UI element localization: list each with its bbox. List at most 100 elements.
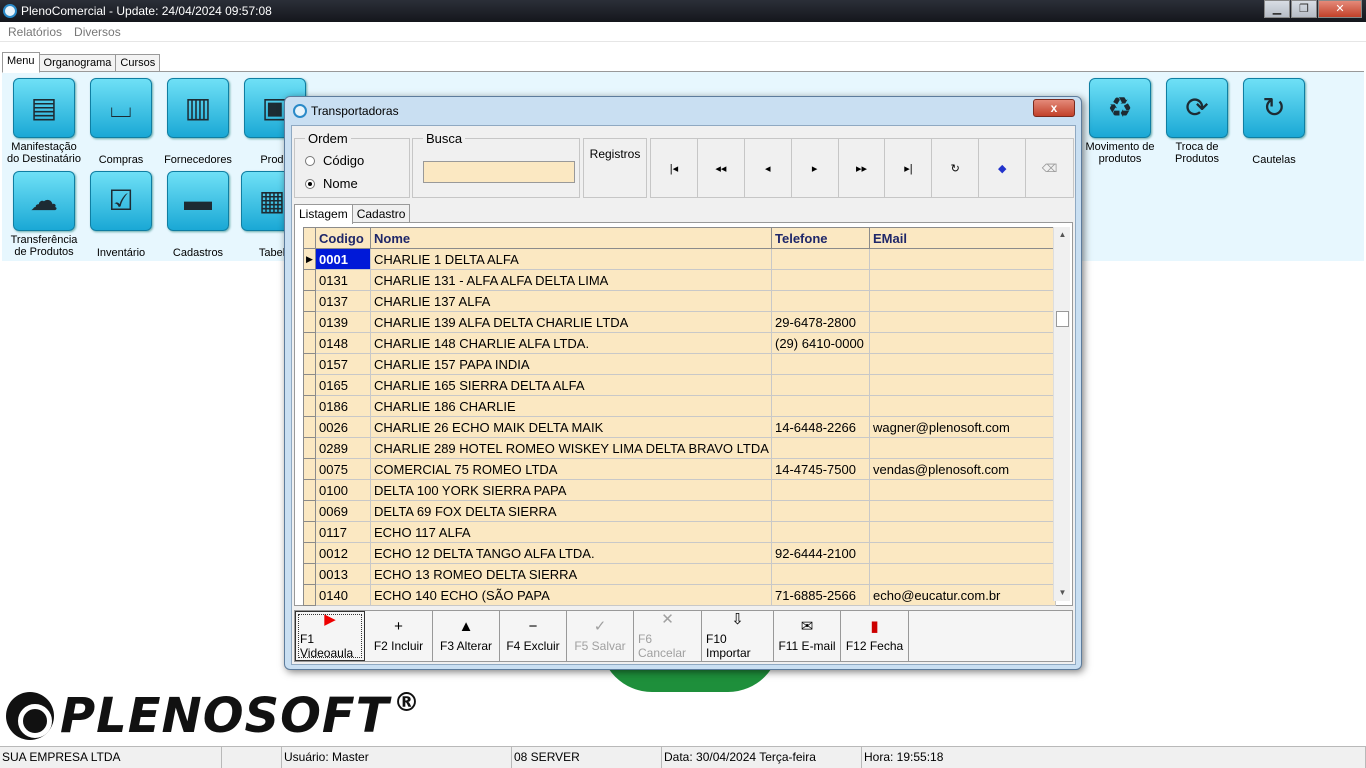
ordem-nome-radio[interactable]: Nome (305, 176, 358, 191)
row-indicator[interactable] (303, 332, 316, 354)
tab-listagem[interactable]: Listagem (294, 204, 353, 224)
cell-nome[interactable]: CHARLIE 26 ECHO MAIK DELTA MAIK (370, 416, 772, 438)
cell-email[interactable] (869, 437, 1056, 459)
minimize-button[interactable]: ▁ (1264, 0, 1290, 18)
row-indicator[interactable] (303, 479, 316, 501)
scroll-up-icon[interactable]: ▲ (1054, 227, 1071, 243)
cell-email[interactable] (869, 395, 1056, 417)
cell-telefone[interactable]: 71-6885-2566 (771, 584, 870, 606)
cell-email[interactable] (869, 563, 1056, 585)
cell-telefone[interactable]: (29) 6410-0000 (771, 332, 870, 354)
table-row[interactable]: 0157 CHARLIE 157 PAPA INDIA (303, 353, 1056, 375)
cell-email[interactable] (869, 248, 1056, 270)
cell-codigo[interactable]: 0013 (315, 563, 371, 585)
table-row[interactable]: 0165 CHARLIE 165 SIERRA DELTA ALFA (303, 374, 1056, 396)
cell-nome[interactable]: CHARLIE 186 CHARLIE (370, 395, 772, 417)
next-page-button[interactable]: ▸▸ (838, 139, 886, 197)
vertical-scrollbar[interactable]: ▲ ▼ (1053, 227, 1070, 601)
cell-email[interactable] (869, 353, 1056, 375)
incluir-button[interactable]: + F2 Incluir (365, 611, 433, 661)
cell-codigo[interactable]: 0186 (315, 395, 371, 417)
table-row[interactable]: 0137 CHARLIE 137 ALFA (303, 290, 1056, 312)
row-indicator[interactable] (303, 374, 316, 396)
cell-telefone[interactable] (771, 269, 870, 291)
cell-email[interactable] (869, 269, 1056, 291)
cell-nome[interactable]: CHARLIE 289 HOTEL ROMEO WISKEY LIMA DELT… (370, 437, 772, 459)
row-indicator[interactable]: ▶ (303, 248, 316, 270)
cell-codigo[interactable]: 0148 (315, 332, 371, 354)
importar-button[interactable]: ⇩ F10 Importar (702, 611, 774, 661)
cell-email[interactable]: vendas@plenosoft.com (869, 458, 1056, 480)
table-row[interactable]: 0117 ECHO 117 ALFA (303, 521, 1056, 543)
dialog-close-button[interactable]: x (1033, 99, 1075, 117)
cell-nome[interactable]: CHARLIE 165 SIERRA DELTA ALFA (370, 374, 772, 396)
table-row[interactable]: 0026 CHARLIE 26 ECHO MAIK DELTA MAIK 14-64… (303, 416, 1056, 438)
compras-button[interactable]: ⌴ Compras (81, 78, 161, 166)
salvar-button[interactable]: ✓ F5 Salvar (567, 611, 634, 661)
table-row[interactable]: 0012 ECHO 12 DELTA TANGO ALFA LTDA. 92-644… (303, 542, 1056, 564)
email-button[interactable]: ✉ F11 E-mail (774, 611, 841, 661)
cell-email[interactable] (869, 479, 1056, 501)
busca-input[interactable] (423, 161, 575, 183)
table-row[interactable]: 0069 DELTA 69 FOX DELTA SIERRA (303, 500, 1056, 522)
cell-codigo[interactable]: 0012 (315, 542, 371, 564)
tab-cadastro[interactable]: Cadastro (351, 204, 411, 222)
cell-codigo[interactable]: 0117 (315, 521, 371, 543)
cell-email[interactable] (869, 332, 1056, 354)
fornecedores-button[interactable]: ▥ Fornecedores (158, 78, 238, 166)
row-indicator[interactable] (303, 500, 316, 522)
cell-codigo[interactable]: 0001 (315, 248, 371, 270)
cell-telefone[interactable] (771, 374, 870, 396)
cell-email[interactable] (869, 542, 1056, 564)
manifestacao-button[interactable]: ▤ Manifestação do Destinatário (4, 78, 84, 165)
last-record-button[interactable]: ▸| (885, 139, 933, 197)
row-indicator[interactable] (303, 269, 316, 291)
cell-email[interactable]: echo@eucatur.com.br (869, 584, 1056, 606)
next-record-button[interactable]: ▸ (791, 139, 839, 197)
cell-codigo[interactable]: 0139 (315, 311, 371, 333)
row-indicator[interactable] (303, 395, 316, 417)
cell-telefone[interactable]: 29-6478-2800 (771, 311, 870, 333)
cell-codigo[interactable]: 0289 (315, 437, 371, 459)
table-row[interactable]: 0140 ECHO 140 ECHO (SÃO PAPA 71-6885-2566 e… (303, 584, 1056, 606)
cell-nome[interactable]: CHARLIE 1 DELTA ALFA (370, 248, 772, 270)
fecha-button[interactable]: ▮ F12 Fecha (841, 611, 909, 661)
table-row[interactable]: 0075 COMERCIAL 75 ROMEO LTDA 14-4745-7500 v… (303, 458, 1056, 480)
cell-nome[interactable]: COMERCIAL 75 ROMEO LTDA (370, 458, 772, 480)
cancelar-button[interactable]: ✕ F6 Cancelar (634, 611, 702, 661)
cell-telefone[interactable] (771, 290, 870, 312)
table-row[interactable]: 0139 CHARLIE 139 ALFA DELTA CHARLIE LTDA 2… (303, 311, 1056, 333)
cadastros-button[interactable]: ▬ Cadastros (158, 171, 238, 259)
row-indicator[interactable] (303, 290, 316, 312)
cell-telefone[interactable]: 92-6444-2100 (771, 542, 870, 564)
close-window-button[interactable]: ✕ (1318, 0, 1362, 18)
ordem-codigo-radio[interactable]: Código (305, 153, 364, 168)
row-indicator[interactable] (303, 311, 316, 333)
column-header-telefone[interactable]: Telefone (771, 227, 870, 249)
table-row[interactable]: 0131 CHARLIE 131 - ALFA ALFA DELTA LIMA (303, 269, 1056, 291)
cautelas-button[interactable]: ↻ Cautelas (1234, 78, 1314, 166)
cell-email[interactable] (869, 500, 1056, 522)
cell-codigo[interactable]: 0140 (315, 584, 371, 606)
row-indicator[interactable] (303, 416, 316, 438)
cell-codigo[interactable]: 0137 (315, 290, 371, 312)
transferencia-button[interactable]: ☁ Transferência de Produtos (4, 171, 84, 258)
videoaula-button[interactable]: ▶ F1 Videoaula (295, 611, 365, 661)
scroll-thumb[interactable] (1056, 311, 1069, 327)
cell-telefone[interactable] (771, 353, 870, 375)
cell-codigo[interactable]: 0165 (315, 374, 371, 396)
cell-nome[interactable]: CHARLIE 148 CHARLIE ALFA LTDA. (370, 332, 772, 354)
first-record-button[interactable]: |◂ (651, 139, 698, 197)
cell-nome[interactable]: ECHO 117 ALFA (370, 521, 772, 543)
column-header-nome[interactable]: Nome (370, 227, 772, 249)
cell-nome[interactable]: ECHO 13 ROMEO DELTA SIERRA (370, 563, 772, 585)
menu-relatorios[interactable]: Relatórios (2, 25, 68, 39)
row-indicator[interactable] (303, 542, 316, 564)
cell-nome[interactable]: CHARLIE 139 ALFA DELTA CHARLIE LTDA (370, 311, 772, 333)
column-header-email[interactable]: EMail (869, 227, 1056, 249)
row-indicator[interactable] (303, 437, 316, 459)
cell-telefone[interactable]: 14-6448-2266 (771, 416, 870, 438)
tab-menu[interactable]: Menu (2, 52, 40, 73)
bookmark-button[interactable]: ◆ (979, 139, 1027, 197)
cell-nome[interactable]: ECHO 140 ECHO (SÃO PAPA (370, 584, 772, 606)
